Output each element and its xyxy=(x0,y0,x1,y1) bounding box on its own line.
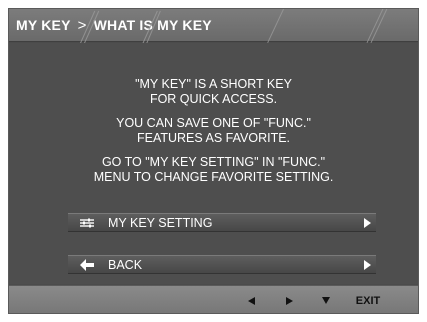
my-key-setting-button[interactable]: MY KEY SETTING xyxy=(68,213,376,232)
page-title: WHAT IS MY KEY xyxy=(93,17,212,33)
back-arrow-icon xyxy=(76,258,98,271)
title-bar: MY KEY > WHAT IS MY KEY xyxy=(9,9,418,42)
down-key-icon[interactable] xyxy=(316,286,336,313)
message-block-1: "MY KEY" IS A SHORT KEY FOR QUICK ACCESS… xyxy=(9,77,418,107)
arrow-right-icon xyxy=(358,259,376,270)
breadcrumb-separator: > xyxy=(77,16,87,34)
message-line: FOR QUICK ACCESS. xyxy=(149,92,278,106)
exit-button[interactable]: EXIT xyxy=(353,286,383,313)
right-key-icon[interactable] xyxy=(279,286,299,313)
message-line: YOU CAN SAVE ONE OF "FUNC." xyxy=(116,116,311,130)
menu-item-label: BACK xyxy=(108,257,143,272)
bottom-key-bar: EXIT xyxy=(9,285,418,313)
sliders-icon xyxy=(76,218,98,228)
message-block-2: YOU CAN SAVE ONE OF "FUNC." FEATURES AS … xyxy=(9,116,418,146)
left-key-icon[interactable] xyxy=(241,286,261,313)
osd-window: MY KEY > WHAT IS MY KEY "MY KEY" IS A SH… xyxy=(8,8,419,314)
message-line: FEATURES AS FAVORITE. xyxy=(136,131,291,145)
back-button[interactable]: BACK xyxy=(68,255,376,274)
content-area: "MY KEY" IS A SHORT KEY FOR QUICK ACCESS… xyxy=(9,43,418,284)
message-line: "MY KEY" IS A SHORT KEY xyxy=(135,77,292,91)
message-line: MENU TO CHANGE FAVORITE SETTING. xyxy=(93,170,334,184)
breadcrumb-root: MY KEY xyxy=(16,17,71,33)
arrow-right-icon xyxy=(358,217,376,228)
message-block-3: GO TO "MY KEY SETTING" IN "FUNC." MENU T… xyxy=(9,155,418,185)
menu-item-label: MY KEY SETTING xyxy=(108,215,213,230)
message-line: GO TO "MY KEY SETTING" IN "FUNC." xyxy=(101,155,326,169)
